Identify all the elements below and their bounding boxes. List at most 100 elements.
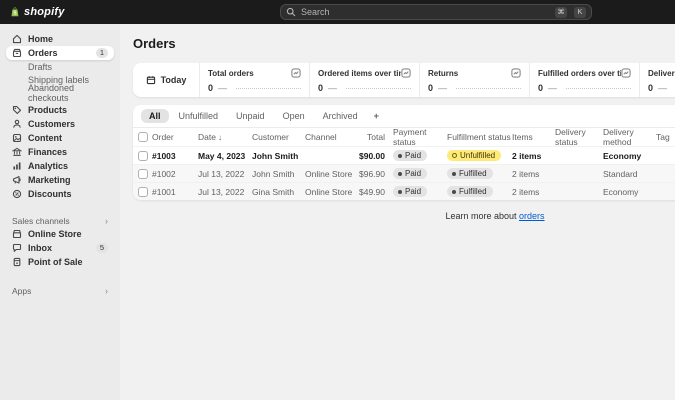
metric-value: 0: [208, 83, 214, 93]
sidebar-item-label: Products: [28, 105, 68, 115]
sidebar-item-abandoned-checkouts[interactable]: Abandoned checkouts: [6, 83, 114, 103]
sort-desc-icon: ↓: [217, 133, 222, 142]
payment-status-badge: Paid: [393, 186, 428, 198]
order-total: $90.00: [359, 150, 385, 161]
sidebar-item-products[interactable]: Products: [6, 103, 114, 117]
date-range-button[interactable]: Today: [133, 63, 200, 97]
fulfillment-status-badge: Fulfilled: [447, 186, 493, 198]
sidebar-subitem-label: Drafts: [28, 61, 53, 72]
finances-bank-icon: [12, 147, 22, 156]
date-range-label: Today: [160, 75, 187, 85]
sidebar-item-customers[interactable]: Customers: [6, 117, 114, 131]
inbox-chat-icon: [12, 243, 22, 252]
metric-delta: —: [218, 83, 228, 93]
sidebar-item-marketing[interactable]: Marketing: [6, 173, 114, 187]
col-total: Total: [367, 132, 385, 142]
footer-help-text: Learn more about orders: [445, 211, 545, 221]
metric-label: Delivered orders over time: [648, 68, 675, 78]
sidebar-item-analytics[interactable]: Analytics: [6, 159, 114, 173]
sidebar-item-online-store[interactable]: Online Store: [6, 227, 114, 241]
sidebar-item-label: Analytics: [28, 161, 69, 171]
sidebar-item-label: Point of Sale: [28, 257, 83, 267]
metric-fulfilled-orders[interactable]: Fulfilled orders over time 0 —: [530, 63, 640, 97]
table-row-order-1002[interactable]: #1002 Jul 13, 2022 John Smith Online Sto…: [133, 164, 675, 182]
orders-help-link[interactable]: orders: [519, 211, 545, 221]
sidebar-item-drafts[interactable]: Drafts: [6, 60, 114, 73]
sales-channels-header[interactable]: Sales channels ›: [6, 215, 114, 227]
table-row-order-1001[interactable]: #1001 Jul 13, 2022 Gina Smith Online Sto…: [133, 182, 675, 200]
orders-table-card: All Unfulfilled Unpaid Open Archived + O…: [133, 105, 675, 200]
sidebar-item-label: Online Store: [28, 229, 82, 239]
online-store-icon: [12, 229, 22, 239]
col-fulfillment-status: Fulfillment status: [447, 132, 511, 142]
shortcut-cmd-key: ⌘: [555, 6, 567, 18]
topbar: S shopify Search ⌘ K: [0, 0, 675, 24]
metric-chart-icon: [401, 68, 411, 78]
tab-archived[interactable]: Archived: [315, 109, 366, 123]
order-total: $96.90: [359, 168, 385, 179]
metric-value: 0: [648, 83, 654, 93]
col-order: Order: [152, 132, 174, 142]
orders-icon: [12, 48, 22, 58]
metric-chart-icon: [511, 68, 521, 78]
metric-delta: —: [328, 83, 338, 93]
metric-label: Ordered items over time: [318, 68, 401, 78]
order-items: 2 items: [512, 150, 542, 161]
metric-delta: —: [658, 83, 668, 93]
row-checkbox[interactable]: [138, 168, 148, 179]
order-delivery-method: Economy: [603, 150, 642, 161]
search-placeholder: Search: [301, 7, 330, 17]
order-customer: John Smith: [252, 150, 299, 161]
filled-dot-icon: [452, 171, 456, 176]
order-number: #1002: [152, 168, 176, 179]
metric-total-orders[interactable]: Total orders 0 —: [200, 63, 310, 97]
orders-count-badge: 1: [95, 48, 108, 58]
sidebar-item-label: Marketing: [28, 175, 71, 185]
order-items: 2 items: [512, 168, 540, 179]
col-customer: Customer: [252, 132, 289, 142]
fulfillment-status-badge: Fulfilled: [447, 168, 493, 180]
sparkline-placeholder: [566, 87, 631, 89]
metric-ordered-items[interactable]: Ordered items over time 0 —: [310, 63, 420, 97]
sidebar-item-content[interactable]: Content: [6, 131, 114, 145]
sidebar-item-point-of-sale[interactable]: Point of Sale: [6, 255, 114, 269]
sparkline-placeholder: [456, 87, 521, 89]
sidebar-item-orders[interactable]: Orders 1: [6, 46, 114, 60]
shopify-bag-icon: S: [11, 7, 19, 16]
order-date: Jul 13, 2022: [198, 186, 245, 197]
metric-value: 0: [538, 83, 544, 93]
tab-unpaid[interactable]: Unpaid: [228, 109, 273, 123]
row-checkbox[interactable]: [138, 150, 148, 161]
sidebar-item-inbox[interactable]: Inbox 5: [6, 241, 114, 255]
col-delivery-status: Delivery status: [555, 127, 586, 147]
fulfillment-status-badge: Unfulfilled: [447, 150, 502, 161]
apps-header[interactable]: Apps ›: [6, 285, 114, 297]
sidebar-item-label: Discounts: [28, 189, 72, 199]
add-view-button[interactable]: +: [368, 109, 385, 123]
customers-person-icon: [13, 119, 21, 128]
apps-label: Apps: [12, 286, 32, 296]
metrics-strip: Today Total orders 0 — Ordered items ove…: [133, 63, 675, 97]
sidebar-item-label: Home: [28, 34, 54, 44]
sidebar-subitem-label: Abandoned checkouts: [28, 82, 75, 103]
tab-open[interactable]: Open: [275, 109, 313, 123]
sidebar-item-home[interactable]: Home: [6, 32, 114, 46]
sidebar-item-discounts[interactable]: Discounts: [6, 187, 114, 201]
metric-value: 0: [318, 83, 324, 93]
shopify-logo[interactable]: S shopify: [0, 6, 65, 18]
table-row-order-1003[interactable]: #1003 May 4, 2023 John Smith $90.00 Paid…: [133, 146, 675, 164]
tab-all[interactable]: All: [141, 109, 169, 123]
filled-dot-icon: [398, 171, 402, 176]
sidebar-item-finances[interactable]: Finances: [6, 145, 114, 159]
global-search-input[interactable]: Search ⌘ K: [280, 4, 592, 20]
metric-delivered-orders[interactable]: Delivered orders over time 0 —: [640, 63, 675, 97]
row-checkbox[interactable]: [138, 186, 148, 197]
col-date[interactable]: Date ↓: [198, 132, 252, 142]
tab-unfulfilled[interactable]: Unfulfilled: [171, 109, 227, 123]
select-all-checkbox[interactable]: [138, 132, 148, 142]
filter-tabs: All Unfulfilled Unpaid Open Archived +: [133, 105, 675, 127]
metric-returns[interactable]: Returns 0 —: [420, 63, 530, 97]
order-customer: Gina Smith: [252, 186, 295, 197]
sparkline-placeholder: [236, 87, 301, 89]
metric-label: Total orders: [208, 68, 254, 78]
